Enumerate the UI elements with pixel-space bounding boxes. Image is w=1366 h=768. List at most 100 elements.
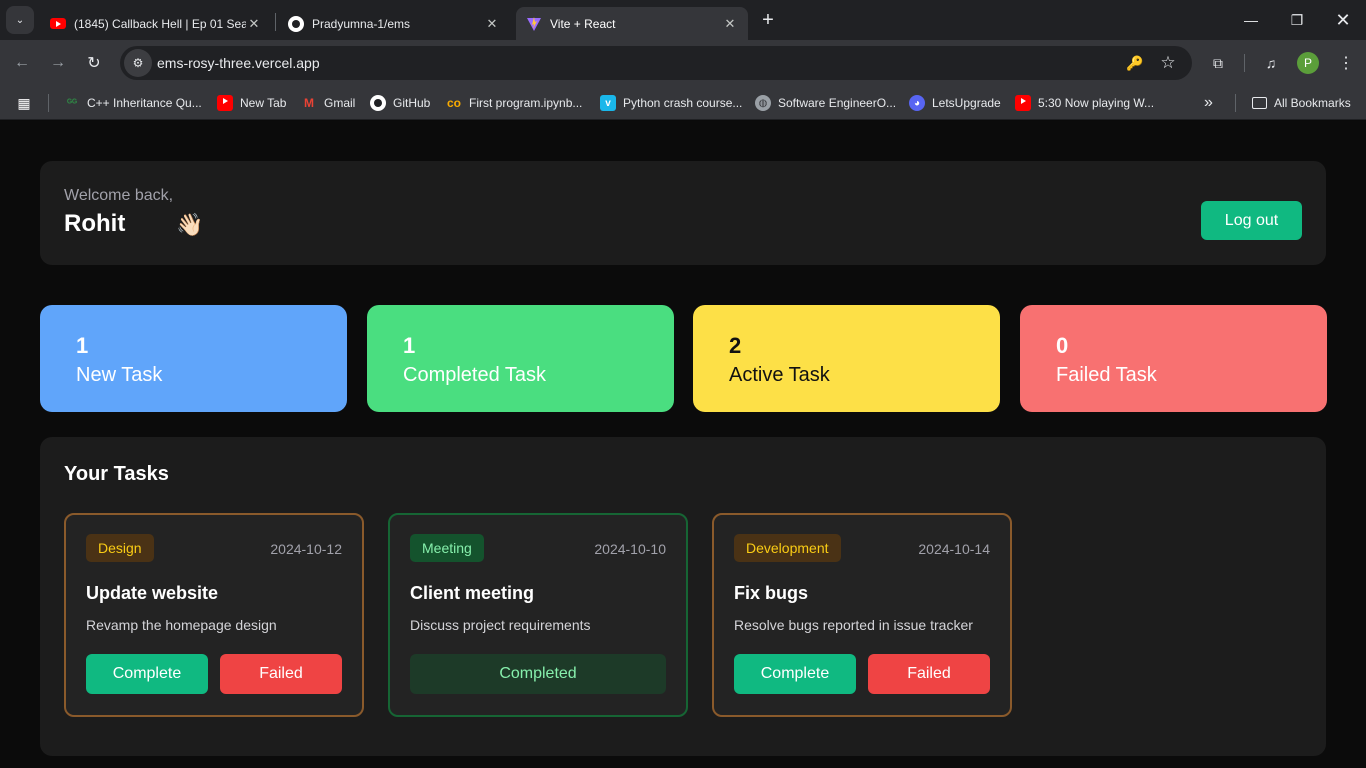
- plus-icon: +: [762, 8, 774, 31]
- forward-button[interactable]: →: [44, 49, 72, 77]
- close-icon[interactable]: ✕: [246, 16, 262, 32]
- bookmark-item[interactable]: ◕ LetsUpgrade: [909, 93, 1001, 113]
- minimize-icon: —: [1244, 12, 1258, 28]
- close-icon[interactable]: ✕: [722, 16, 738, 32]
- minimize-button[interactable]: —: [1228, 0, 1274, 40]
- welcome-header: Welcome back, Rohit 👋🏻 Log out: [40, 161, 1326, 265]
- close-window-button[interactable]: ✕: [1320, 0, 1366, 40]
- user-name: Rohit: [64, 210, 126, 237]
- tab-title: (1845) Callback Hell | Ep 01 Sea: [74, 16, 246, 31]
- complete-button[interactable]: Complete: [86, 654, 208, 694]
- welcome-text: Welcome back,: [64, 187, 174, 204]
- gmail-icon: M: [304, 96, 314, 110]
- tab-title: Vite + React: [550, 16, 616, 31]
- apps-grid-button[interactable]: ▦: [16, 93, 39, 113]
- key-icon[interactable]: 🔑: [1125, 53, 1145, 73]
- star-icon[interactable]: ☆: [1158, 53, 1178, 73]
- github-icon: [288, 15, 304, 32]
- tab-vite-react[interactable]: Vite + React ✕: [516, 7, 748, 40]
- logout-button[interactable]: Log out: [1201, 201, 1302, 240]
- task-date: 2024-10-10: [594, 541, 666, 557]
- youtube-icon: [50, 18, 66, 29]
- youtube-icon: [1015, 95, 1031, 111]
- menu-kebab-icon[interactable]: ⋮: [1335, 52, 1357, 74]
- task-description: Resolve bugs reported in issue tracker: [734, 617, 973, 633]
- close-icon[interactable]: ✕: [484, 16, 500, 32]
- category-badge: Design: [86, 534, 154, 562]
- gfg-icon: ᴳᴳ: [66, 97, 78, 109]
- tasks-panel: Your Tasks Design 2024-10-12 Update webs…: [40, 437, 1326, 756]
- bookmark-label: Software EngineerO...: [778, 96, 897, 110]
- task-description: Discuss project requirements: [410, 617, 591, 633]
- failed-button[interactable]: Failed: [868, 654, 990, 694]
- stat-count: 1: [403, 333, 416, 358]
- bookmark-item[interactable]: ᴳᴳ C++ Inheritance Qu...: [64, 93, 202, 113]
- restore-button[interactable]: ❐: [1274, 0, 1320, 40]
- task-title: Update website: [86, 583, 219, 603]
- task-date: 2024-10-12: [270, 541, 342, 557]
- complete-button[interactable]: Complete: [734, 654, 856, 694]
- task-card: Meeting 2024-10-10 Client meeting Discus…: [388, 513, 688, 717]
- arrow-left-icon: ←: [14, 54, 30, 71]
- folder-icon: [1252, 97, 1267, 109]
- stat-card-new: 1 New Task: [40, 305, 347, 412]
- tab-separator: [275, 13, 276, 31]
- bookmark-label: GitHub: [393, 96, 431, 110]
- address-bar[interactable]: ⚙ ems-rosy-three.vercel.app 🔑 ☆: [120, 46, 1192, 80]
- tab-youtube[interactable]: (1845) Callback Hell | Ep 01 Sea ✕: [40, 7, 272, 40]
- back-button[interactable]: ←: [8, 49, 36, 77]
- bookmark-label: New Tab: [240, 96, 287, 110]
- restore-icon: ❐: [1290, 11, 1304, 28]
- waving-hand-icon: 👋🏻: [176, 212, 204, 237]
- task-title: Client meeting: [410, 583, 535, 603]
- failed-button[interactable]: Failed: [220, 654, 342, 694]
- bookmark-label: LetsUpgrade: [932, 96, 1001, 110]
- new-tab-button[interactable]: +: [756, 8, 780, 32]
- browser-toolbar: ← → ↻ ⚙ ems-rosy-three.vercel.app 🔑 ☆ ⧉ …: [0, 40, 1366, 86]
- site-info-button[interactable]: ⚙: [124, 49, 152, 77]
- reload-button[interactable]: ↻: [80, 49, 108, 77]
- bookmarks-bar: ▦ ᴳᴳ C++ Inheritance Qu... New Tab M Gma…: [0, 86, 1366, 120]
- bookmark-label: Gmail: [324, 96, 356, 110]
- stat-label: Active Task: [729, 364, 830, 386]
- all-bookmarks-button[interactable]: All Bookmarks: [1252, 93, 1351, 113]
- tab-github[interactable]: Pradyumna-1/ems ✕: [278, 7, 510, 40]
- tab-title: Pradyumna-1/ems: [312, 16, 411, 31]
- more-bookmarks-button[interactable]: »: [1204, 93, 1213, 113]
- tab-search-button[interactable]: ⌄: [6, 6, 34, 34]
- category-badge: Development: [734, 534, 841, 562]
- task-card: Development 2024-10-14 Fix bugs Resolve …: [712, 513, 1012, 717]
- all-bookmarks-label: All Bookmarks: [1274, 96, 1351, 110]
- profile-avatar[interactable]: P: [1297, 52, 1319, 74]
- completed-status: Completed: [410, 654, 666, 694]
- stat-label: Completed Task: [403, 364, 547, 386]
- reload-icon: ↻: [87, 55, 101, 72]
- task-card: Design 2024-10-12 Update website Revamp …: [64, 513, 364, 717]
- stat-count: 0: [1056, 333, 1069, 358]
- stat-label: Failed Task: [1056, 364, 1157, 386]
- globe-icon: ◍: [755, 95, 771, 111]
- bookmark-item[interactable]: v Python crash course...: [600, 93, 742, 113]
- stat-count: 2: [729, 333, 742, 358]
- github-icon: [370, 95, 386, 111]
- media-control-icon[interactable]: ♫: [1260, 52, 1282, 74]
- bookmark-item[interactable]: GitHub: [370, 93, 430, 113]
- close-icon: ✕: [1335, 9, 1351, 30]
- url-text[interactable]: ems-rosy-three.vercel.app: [157, 55, 320, 71]
- bookmark-label: 5:30 Now playing W...: [1038, 96, 1155, 110]
- vimeo-icon: v: [600, 95, 616, 111]
- bookmark-label: Python crash course...: [623, 96, 743, 110]
- extensions-icon[interactable]: ⧉: [1207, 52, 1229, 74]
- bookmark-item[interactable]: ◍ Software EngineerO...: [755, 93, 896, 113]
- bookmark-item[interactable]: M Gmail: [301, 93, 355, 113]
- apps-grid-icon: ▦: [17, 94, 31, 111]
- stat-card-failed: 0 Failed Task: [1020, 305, 1327, 412]
- tasks-title: Your Tasks: [64, 463, 169, 485]
- arrow-right-icon: →: [50, 54, 66, 71]
- bookmark-item[interactable]: New Tab: [217, 93, 286, 113]
- bookmark-item[interactable]: 5:30 Now playing W...: [1015, 93, 1154, 113]
- bookmark-label: C++ Inheritance Qu...: [87, 96, 202, 110]
- bookmarks-divider: [1235, 94, 1236, 112]
- dashboard-page: Welcome back, Rohit 👋🏻 Log out 1 New Tas…: [0, 121, 1366, 768]
- bookmark-item[interactable]: co First program.ipynb...: [446, 93, 582, 113]
